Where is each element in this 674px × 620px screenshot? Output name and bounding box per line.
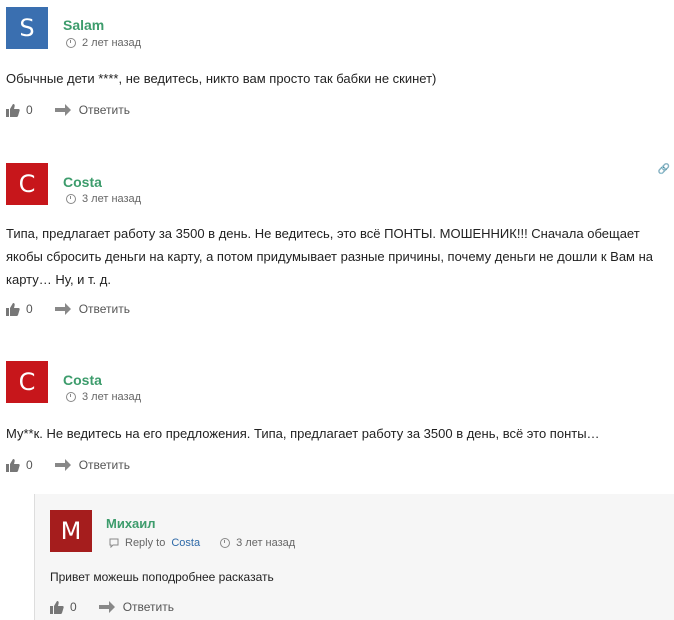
thumbs-up-icon [50,600,64,614]
author-name[interactable]: Costa [63,174,102,190]
clock-icon [220,538,231,548]
comment-time: 3 лет назад [236,537,296,549]
clock-icon [66,194,76,204]
reply-button[interactable]: Ответить [54,302,130,316]
vote-button[interactable]: 0 [6,302,33,316]
reply-label: Ответить [78,302,130,316]
author-name[interactable]: Salam [63,17,104,33]
reply-arrow-icon [54,104,71,116]
comment-actions: 0 Ответить [50,600,174,614]
reply-label: Ответить [122,600,174,614]
vote-button[interactable]: 0 [50,600,77,614]
reply-to-label: Reply to [125,537,166,549]
avatar[interactable]: M [50,510,92,552]
reply-to-link[interactable]: Costa [171,537,200,549]
reply-label: Ответить [78,458,130,472]
thumbs-up-icon [6,458,20,472]
reply-arrow-icon [54,303,71,315]
author-name[interactable]: Михаил [106,516,156,531]
reply-label: Ответить [78,103,130,117]
vote-count: 0 [26,458,33,472]
comment-text: Привет можешь поподробнее расказать [50,570,274,584]
comment-meta: 3 лет назад [66,391,141,403]
author-name[interactable]: Costa [63,372,102,388]
reply-button[interactable]: Ответить [54,458,130,472]
comment-text: Типа, предлагает работу за 3500 в день. … [6,226,654,287]
comment-time: 3 лет назад [82,391,142,403]
comment-time: 2 лет назад [82,37,142,49]
thumbs-up-icon [6,302,20,316]
comment-meta: Reply to Costa 3 лет назад [109,537,295,549]
reply-arrow-icon [98,601,115,613]
comment-actions: 0 Ответить [6,103,130,117]
reply-arrow-icon [54,459,71,471]
avatar[interactable]: S [6,7,48,49]
reply-thread: M Михаил Reply to Costa 3 лет назад Прив… [34,494,674,620]
vote-button[interactable]: 0 [6,458,33,472]
avatar[interactable]: C [6,163,48,205]
comment-actions: 0 Ответить [6,302,130,316]
avatar[interactable]: C [6,361,48,403]
reply-button[interactable]: Ответить [98,600,174,614]
comment-time: 3 лет назад [82,193,142,205]
comment-actions: 0 Ответить [6,458,130,472]
comment-text: Обычные дети ****, не ведитесь, никто ва… [6,71,437,86]
comment-meta: 3 лет назад [66,193,141,205]
vote-button[interactable]: 0 [6,103,33,117]
clock-icon [66,392,76,402]
comment-meta: 2 лет назад [66,37,141,49]
reply-button[interactable]: Ответить [54,103,130,117]
clock-icon [66,38,76,48]
link-icon[interactable]: 🔗 [658,164,670,175]
reply-bubble-icon [109,538,119,548]
vote-count: 0 [70,600,77,614]
vote-count: 0 [26,103,33,117]
thumbs-up-icon [6,103,20,117]
comment-text: Му**к. Не ведитесь на его предложения. Т… [6,426,600,441]
vote-count: 0 [26,302,33,316]
